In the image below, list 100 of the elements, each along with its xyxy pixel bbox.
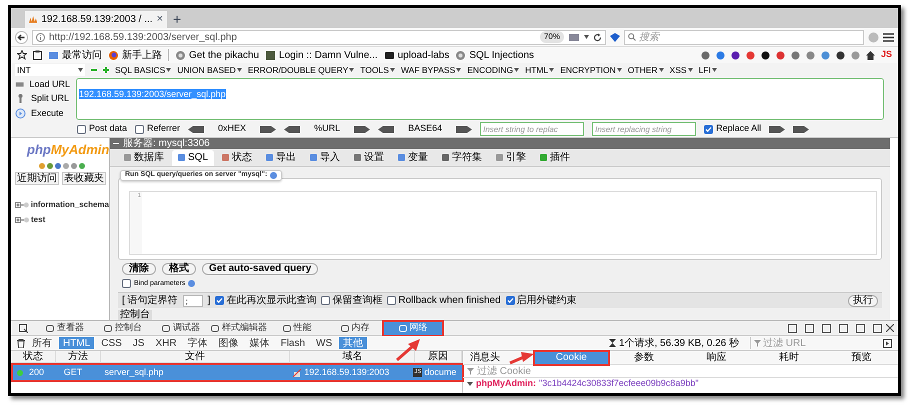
column-header[interactable]: 状态 (11, 351, 56, 362)
trash-icon[interactable] (17, 338, 25, 348)
caret-icon[interactable] (467, 382, 473, 386)
menu-item[interactable]: HTML (525, 64, 554, 76)
expand-icon[interactable] (15, 216, 29, 222)
left-chevron-icon[interactable] (188, 126, 204, 132)
left-chevron-icon[interactable] (284, 126, 300, 132)
extension-badge[interactable]: JS (880, 48, 892, 62)
checkbox[interactable] (387, 296, 396, 305)
breadcrumb[interactable]: 服务器: mysql:3306 (123, 138, 210, 149)
bookmark[interactable]: upload-labs (384, 48, 450, 62)
menu-icon[interactable] (883, 32, 894, 42)
right-chevron-icon[interactable] (354, 126, 370, 132)
action-button[interactable]: Split URL (31, 92, 70, 106)
clipboard-icon[interactable] (33, 50, 42, 60)
sidebar-tab[interactable]: 近期访问 (15, 172, 59, 184)
column-header[interactable]: 域名 (290, 351, 416, 362)
devtools-tab[interactable]: 性能 (268, 322, 326, 334)
right-chevron-icon[interactable] (793, 126, 810, 132)
input-field[interactable]: Insert replacing string (592, 122, 696, 136)
bookmark-star-icon[interactable] (610, 32, 620, 42)
menu-item[interactable]: ENCODING (467, 64, 520, 76)
right-chevron-icon[interactable] (260, 126, 276, 132)
menu-item[interactable]: TOOLS (360, 64, 395, 76)
devtools-tab[interactable]: 调试器 (152, 322, 210, 334)
help-icon[interactable] (270, 172, 278, 178)
checkbox[interactable] (704, 124, 714, 134)
database-item[interactable]: test (31, 214, 46, 226)
button[interactable]: Get auto-saved query (202, 262, 318, 274)
menu-item[interactable]: ERROR/DOUBLE QUERY (248, 64, 354, 76)
tab[interactable]: 字符集 (436, 150, 488, 166)
bookmark[interactable]: 最常访问 (48, 48, 102, 62)
filter-button[interactable]: WS (312, 337, 336, 349)
input-field[interactable]: Insert string to replac (480, 122, 584, 136)
detail-tab[interactable]: 参数 (608, 352, 680, 364)
picker-icon[interactable] (19, 324, 28, 332)
filter-button[interactable]: 媒体 (246, 337, 274, 349)
menu-item[interactable]: XSS (670, 64, 693, 76)
button[interactable]: 格式 (162, 262, 196, 274)
checkbox[interactable] (321, 296, 330, 305)
column-header[interactable]: 原因 (415, 351, 462, 362)
home-icon[interactable] (866, 50, 875, 60)
detail-tab[interactable]: 响应 (680, 352, 753, 364)
menu-item[interactable]: ENCRYPTION (560, 64, 622, 76)
tab[interactable]: 设置 (348, 150, 390, 166)
button[interactable]: 清除 (122, 262, 156, 274)
devtools-tab[interactable]: 查看器 (36, 322, 94, 334)
filter-button[interactable]: 字体 (184, 337, 212, 349)
filter-button[interactable]: CSS (97, 337, 126, 349)
close-icon[interactable] (886, 324, 894, 332)
tab[interactable]: 变量 (392, 150, 434, 166)
devtools-tab[interactable]: 控制台 (94, 322, 152, 334)
go-button[interactable]: 执行 (848, 294, 878, 306)
menu-item[interactable]: SQL BASICS (115, 64, 172, 76)
bookmark[interactable]: Login :: Damn Vulne... (265, 48, 378, 62)
tab[interactable]: 导入 (304, 150, 346, 166)
devtools-tab[interactable]: 内存 (326, 322, 384, 334)
tab[interactable]: 数据库 (118, 150, 170, 166)
delimiter-field[interactable]: ; (182, 294, 203, 306)
checkbox[interactable] (77, 124, 86, 134)
console-tab[interactable]: 控制台 (118, 310, 152, 320)
right-chevron-icon[interactable] (456, 126, 472, 132)
menu-item[interactable]: WAF BYPASS (400, 64, 462, 76)
type-select[interactable]: INT (15, 64, 85, 76)
back-icon[interactable] (15, 30, 28, 44)
devtools-tab[interactable]: 样式编辑器 (210, 322, 268, 334)
panel-toggle-icon[interactable] (883, 338, 892, 348)
detail-tab[interactable]: 耗时 (752, 352, 826, 364)
checkbox[interactable] (122, 279, 131, 288)
left-chevron-icon[interactable] (378, 126, 394, 132)
tab[interactable]: SQL (172, 150, 214, 166)
filter-button[interactable]: 所有 (28, 337, 56, 349)
bookmark[interactable]: Get the pikachu (175, 48, 260, 62)
checkbox[interactable] (135, 124, 144, 134)
filter-button[interactable]: XHR (151, 337, 181, 349)
column-header[interactable]: 方法 (56, 351, 101, 362)
expand-icon[interactable] (15, 202, 29, 208)
sidebar-tab[interactable]: 表收藏夹 (62, 172, 106, 184)
action-button[interactable]: Execute (31, 106, 64, 120)
column-header[interactable]: 文件 (100, 351, 290, 362)
bookmark[interactable]: SQL Injections (455, 48, 534, 62)
tab[interactable]: 插件 (534, 150, 576, 166)
checkbox[interactable] (506, 296, 515, 305)
tab[interactable]: 导出 (260, 150, 302, 166)
menu-item[interactable]: OTHER (628, 64, 664, 76)
filter-button[interactable]: JS (128, 337, 148, 349)
checkbox[interactable] (215, 296, 224, 305)
detail-tab[interactable]: 预览 (825, 352, 898, 364)
right-chevron-icon[interactable] (769, 126, 786, 132)
close-icon[interactable]: × (156, 11, 163, 28)
database-item[interactable]: information_schema (30, 198, 109, 210)
tab[interactable]: 状态 (216, 150, 258, 166)
bookmark[interactable]: 新手上路 (108, 48, 162, 62)
filter-button[interactable]: 图像 (214, 337, 243, 349)
action-button[interactable]: Load URL (29, 78, 70, 92)
new-tab-button[interactable]: + (173, 12, 182, 26)
menu-item[interactable]: LFI (698, 64, 717, 76)
help-icon[interactable] (188, 280, 196, 288)
filter-button[interactable]: Flash (276, 337, 310, 349)
menu-item[interactable]: UNION BASED (177, 64, 242, 76)
